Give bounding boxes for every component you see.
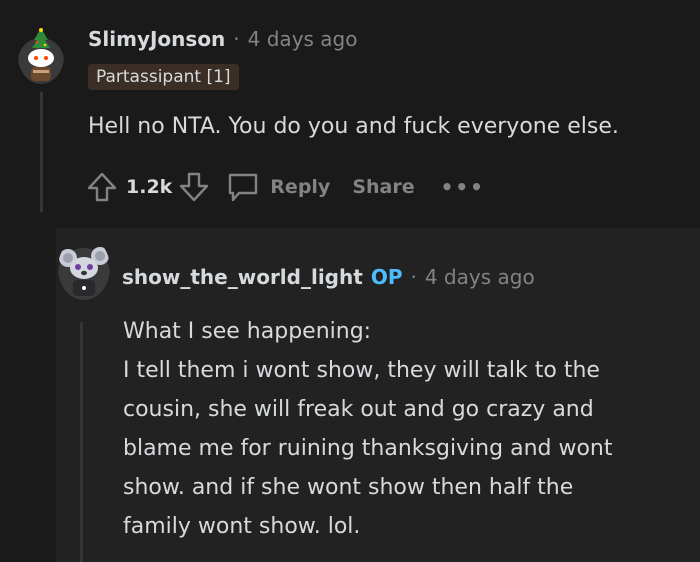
reply-line: I tell them i wont show, they will talk … [123, 358, 600, 383]
thread-line[interactable] [40, 92, 43, 212]
timestamp[interactable]: 4 days ago [248, 27, 358, 51]
op-badge: OP [370, 265, 403, 289]
reply-line: family wont show. lol. [123, 514, 361, 539]
reply-line: cousin, she will freak out and go crazy … [123, 397, 594, 422]
reply-line: What I see happening: [123, 319, 372, 344]
avatar[interactable] [58, 236, 110, 300]
vote-count: 1.2k [126, 176, 173, 198]
separator: · [410, 265, 417, 289]
comment-bubble-icon [226, 170, 260, 204]
page: SlimyJonson · 4 days ago Partassipant [1… [0, 0, 700, 562]
upvote-icon[interactable] [86, 171, 118, 203]
user-flair: Partassipant [1] [88, 64, 239, 90]
separator: · [233, 27, 240, 51]
username[interactable]: SlimyJonson [88, 27, 225, 51]
username[interactable]: show_the_world_light [122, 265, 363, 289]
reply-button[interactable]: Reply [226, 170, 330, 204]
timestamp[interactable]: 4 days ago [425, 265, 535, 289]
comment-body: Hell no NTA. You do you and fuck everyon… [88, 114, 619, 139]
more-options-button[interactable]: ••• [441, 175, 485, 199]
comment-actions: 1.2k Reply Share ••• [86, 170, 485, 204]
reply-label: Reply [270, 176, 331, 198]
reply-body: What I see happening: I tell them i wont… [123, 312, 683, 546]
avatar[interactable] [18, 28, 64, 84]
comment-header: show_the_world_light OP · 4 days ago [122, 265, 535, 289]
comment-header: SlimyJonson · 4 days ago [88, 27, 358, 51]
reply-line: blame me for ruining thanksgiving and wo… [123, 436, 613, 461]
reply-line: show. and if she wont show then half the [123, 475, 574, 500]
thread-line[interactable] [80, 322, 83, 562]
downvote-icon[interactable] [178, 171, 210, 203]
share-button[interactable]: Share [352, 176, 414, 198]
